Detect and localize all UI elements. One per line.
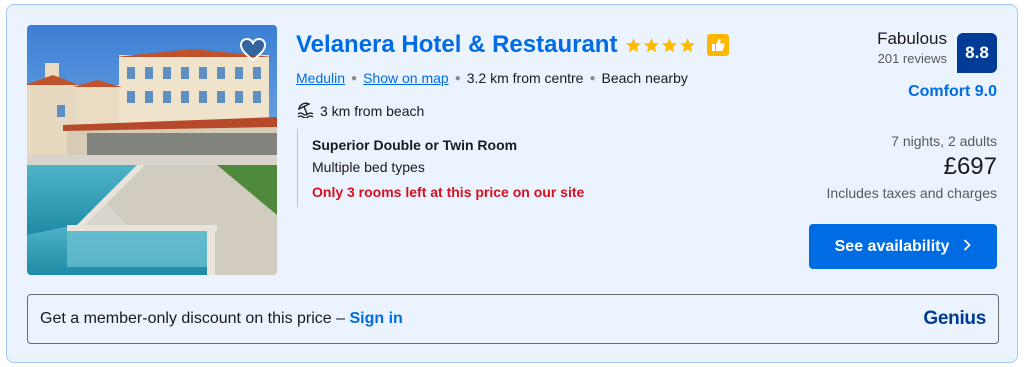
title-row: Velanera Hotel & Restaurant bbox=[296, 31, 730, 59]
beach-nearby: Beach nearby bbox=[601, 70, 688, 86]
star-icon bbox=[680, 37, 696, 52]
taxes-note: Includes taxes and charges bbox=[826, 185, 997, 201]
star-icon bbox=[626, 37, 642, 52]
thumbs-up-icon bbox=[707, 34, 730, 56]
comfort-score: Comfort 9.0 bbox=[908, 83, 997, 100]
review-count: 201 reviews bbox=[877, 51, 947, 66]
star-icon bbox=[644, 37, 660, 52]
separator-dot: ● bbox=[454, 72, 461, 84]
room-name: Superior Double or Twin Room bbox=[312, 137, 518, 153]
chevron-right-icon bbox=[963, 238, 972, 256]
member-discount-message: Get a member-only discount on this price… bbox=[40, 310, 346, 327]
review-text: Fabulous 201 reviews bbox=[877, 29, 947, 66]
member-discount-text: Get a member-only discount on this price… bbox=[40, 310, 403, 328]
beach-distance-row: 3 km from beach bbox=[296, 100, 424, 121]
bed-types: Multiple bed types bbox=[312, 159, 425, 175]
review-summary[interactable]: Fabulous 201 reviews 8.8 bbox=[877, 29, 997, 73]
genius-logo: Genius bbox=[923, 308, 986, 329]
see-availability-label: See availability bbox=[834, 237, 950, 255]
location-row: Medulin ● Show on map ● 3.2 km from cent… bbox=[296, 70, 688, 86]
sign-in-link[interactable]: Sign in bbox=[349, 310, 402, 327]
star-rating bbox=[625, 37, 696, 54]
property-card: Velanera Hotel & Restaurant Medulin ● Sh… bbox=[6, 4, 1018, 363]
availability-warning: Only 3 rooms left at this price on our s… bbox=[312, 184, 585, 200]
favorite-heart-icon[interactable] bbox=[238, 35, 268, 65]
stay-length: 7 nights, 2 adults bbox=[891, 133, 997, 149]
beach-distance: 3 km from beach bbox=[320, 102, 425, 119]
star-icon bbox=[662, 37, 678, 52]
hotel-photo[interactable] bbox=[27, 25, 277, 275]
beach-umbrella-icon bbox=[296, 100, 316, 121]
price-amount: £697 bbox=[943, 153, 997, 180]
separator-dot: ● bbox=[589, 72, 596, 84]
review-score-badge: 8.8 bbox=[957, 33, 997, 73]
review-word: Fabulous bbox=[877, 29, 947, 48]
property-name[interactable]: Velanera Hotel & Restaurant bbox=[296, 31, 617, 59]
see-availability-button[interactable]: See availability bbox=[809, 224, 997, 269]
city-link[interactable]: Medulin bbox=[296, 70, 345, 86]
show-on-map-link[interactable]: Show on map bbox=[363, 70, 449, 86]
member-discount-banner: Get a member-only discount on this price… bbox=[27, 294, 999, 344]
price-block: 7 nights, 2 adults £697 Includes taxes a… bbox=[827, 133, 997, 201]
room-info: Superior Double or Twin Room Multiple be… bbox=[297, 129, 657, 207]
separator-dot: ● bbox=[351, 72, 358, 84]
distance-from-centre: 3.2 km from centre bbox=[466, 70, 584, 86]
